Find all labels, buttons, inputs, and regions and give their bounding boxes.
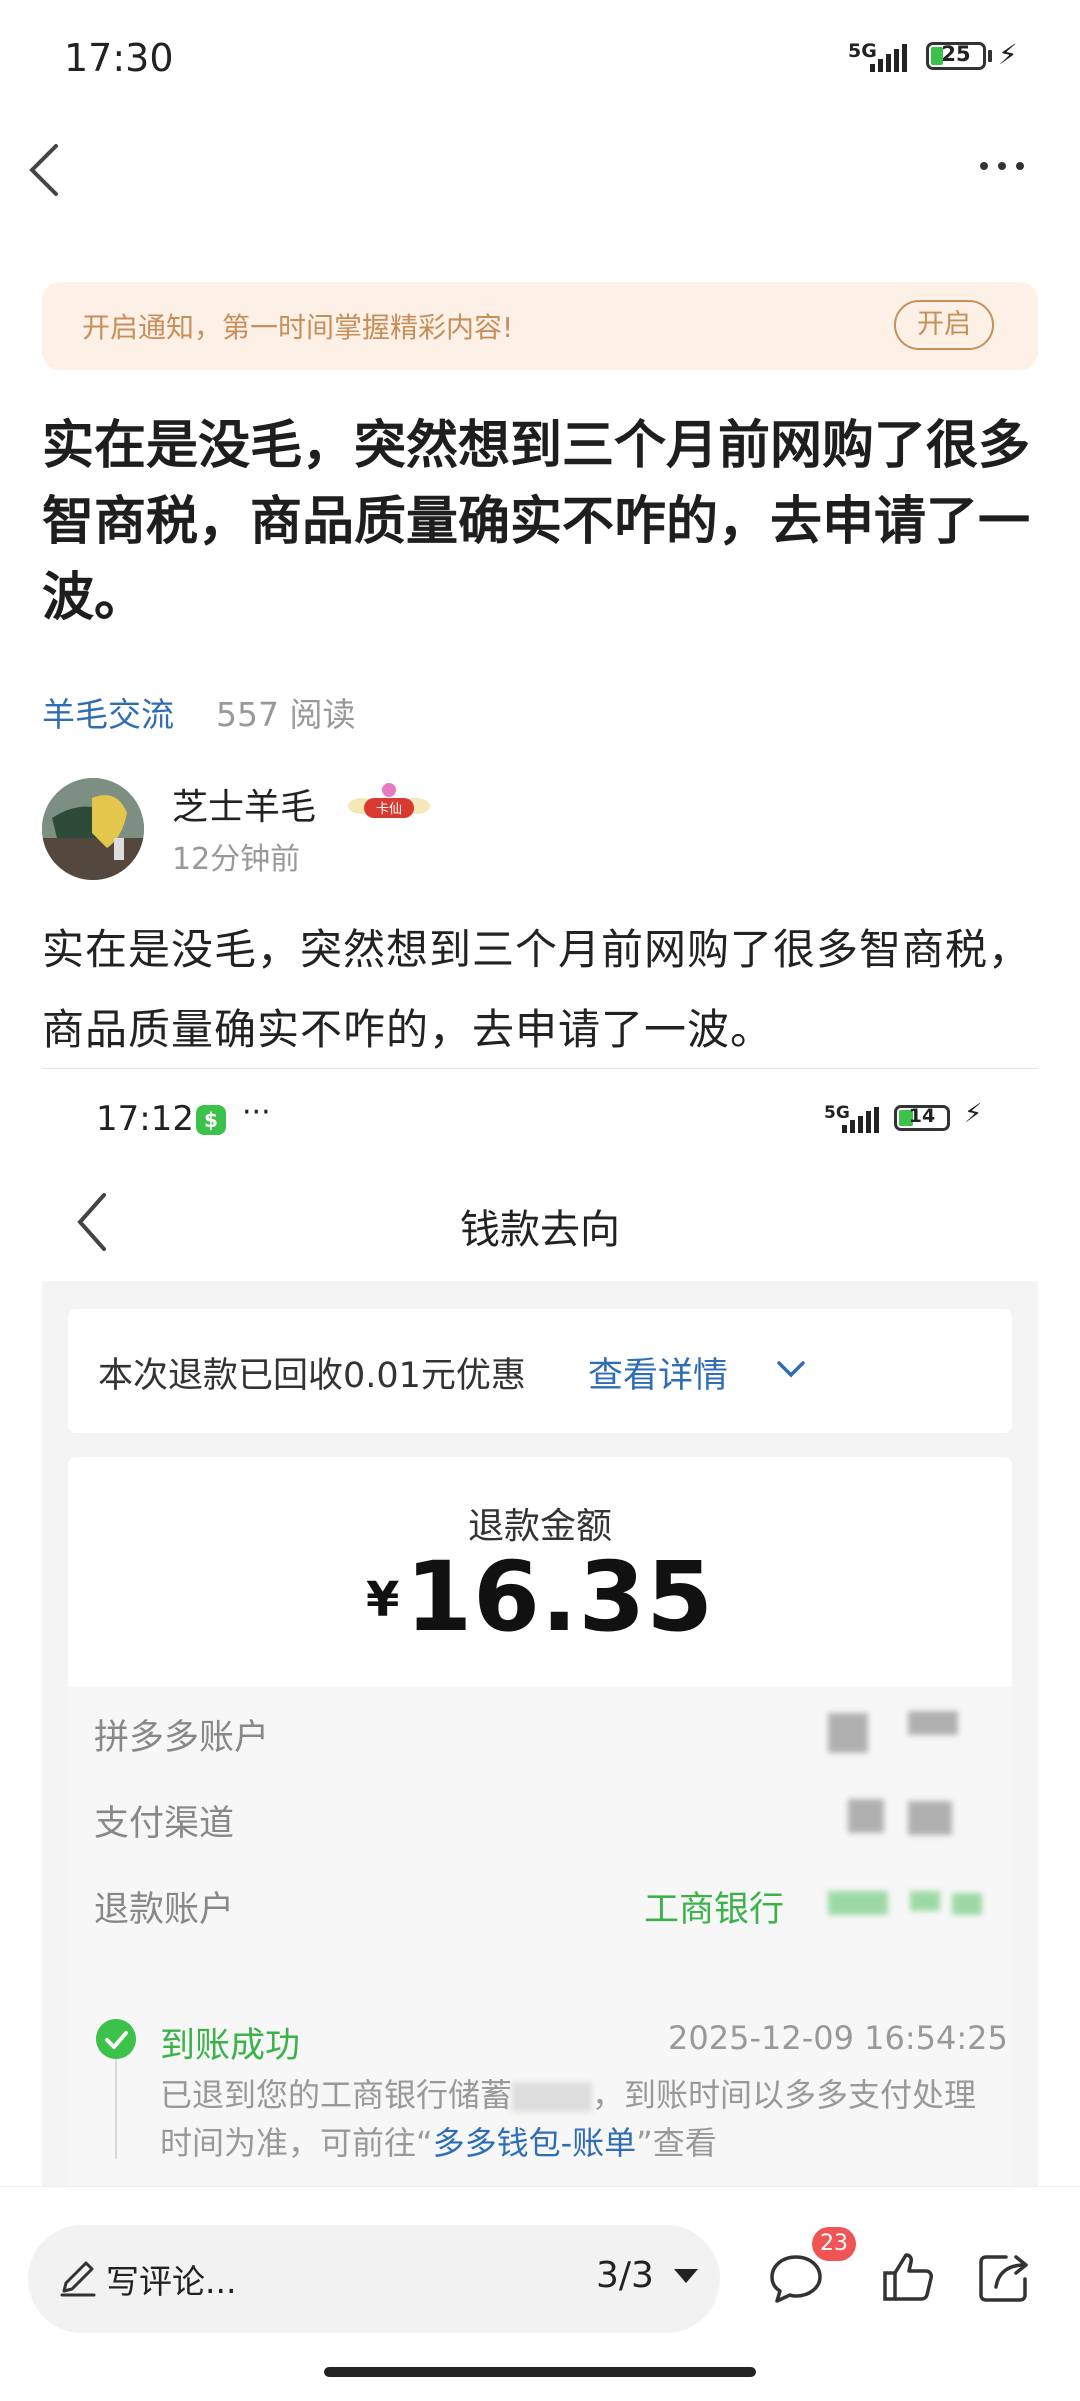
more-icon[interactable] bbox=[980, 155, 1040, 185]
charging-icon: ⚡ bbox=[998, 38, 1018, 71]
post-body: 实在是没毛，突然想到三个月前网购了很多智商税，商品质量确实不咋的，去申请了一波。 bbox=[42, 925, 1032, 1054]
refund-status-desc: 已退到您的工商银行储蓄 ，到账时间以多多支付处理时间为准，可前往“多多钱包-账单”… bbox=[160, 2071, 980, 2167]
embedded-status-time: 17:12 bbox=[96, 1099, 194, 1139]
home-indicator[interactable] bbox=[324, 2367, 756, 2377]
app-notification-icon: $ bbox=[196, 1105, 226, 1135]
embedded-battery-level: 14 bbox=[908, 1105, 936, 1127]
refund-card: 退款金额 ¥16.35 拼多多账户 支付渠道 退款账户 工商银行 到账成功 20… bbox=[68, 1457, 1012, 2189]
post-time: 12分钟前 bbox=[172, 842, 301, 877]
redacted-value bbox=[908, 1801, 952, 1835]
banner-text: 开启通知，第一时间掌握精彩内容! bbox=[82, 311, 514, 344]
status-time: 17:30 bbox=[64, 36, 174, 80]
timeline-line bbox=[115, 2059, 117, 2159]
share-icon[interactable] bbox=[976, 2249, 1032, 2305]
refund-account-label: 退款账户 bbox=[94, 1890, 235, 1930]
enable-notification-button[interactable]: 开启 bbox=[894, 300, 994, 350]
like-icon[interactable] bbox=[880, 2249, 936, 2305]
refund-status: 到账成功 bbox=[160, 2026, 301, 2066]
notification-banner: 开启通知，第一时间掌握精彩内容! 开启 bbox=[42, 282, 1038, 370]
comment-input[interactable]: 写评论... 3/3 bbox=[28, 2225, 720, 2333]
refund-account-bank: 工商银行 bbox=[644, 1890, 785, 1930]
currency-symbol: ¥ bbox=[365, 1572, 400, 1628]
caret-down-icon[interactable] bbox=[674, 2269, 698, 2283]
comment-icon[interactable] bbox=[768, 2251, 824, 2307]
page-indicator[interactable]: 3/3 bbox=[596, 2255, 654, 2296]
battery-icon: 25 bbox=[926, 42, 986, 70]
view-detail-link: 查看详情 bbox=[588, 1356, 729, 1396]
desc-text-1: 已退到您的工商银行储蓄 bbox=[160, 2076, 513, 2114]
svg-text:卡仙: 卡仙 bbox=[376, 802, 402, 817]
pen-icon bbox=[60, 2261, 96, 2297]
redacted-value bbox=[828, 1891, 888, 1915]
category-link[interactable]: 羊毛交流 bbox=[42, 688, 174, 736]
embedded-nav-title: 钱款去向 bbox=[460, 1207, 620, 1253]
comment-count-badge: 23 bbox=[812, 2227, 856, 2261]
wallet-bill-link: 多多钱包-账单 bbox=[432, 2124, 637, 2162]
embedded-battery-icon: 14 bbox=[894, 1105, 950, 1131]
refund-amount-value: 16.35 bbox=[405, 1541, 715, 1653]
pdd-account-label: 拼多多账户 bbox=[94, 1718, 270, 1758]
refund-status-time: 2025-12-09 16:54:25 bbox=[668, 2019, 1008, 2057]
redacted-value bbox=[952, 1893, 982, 1915]
battery-level: 25 bbox=[941, 42, 971, 66]
recovered-coupon-card: 本次退款已回收0.01元优惠 查看详情 bbox=[68, 1309, 1012, 1433]
chevron-down-icon bbox=[777, 1361, 805, 1378]
embedded-charging-icon: ⚡ bbox=[964, 1099, 983, 1129]
redacted-value bbox=[910, 1891, 940, 1911]
redacted-value bbox=[828, 1713, 868, 1753]
embedded-signal-icon bbox=[842, 1107, 879, 1133]
refund-amount: ¥16.35 bbox=[68, 1541, 1012, 1653]
author-badge: 卡仙 bbox=[346, 780, 432, 826]
battery-tip bbox=[988, 50, 992, 62]
desc-text-3: ”查看 bbox=[636, 2124, 717, 2162]
embedded-status-dots: ··· bbox=[242, 1095, 271, 1130]
refund-info-panel: 拼多多账户 支付渠道 退款账户 工商银行 到账成功 2025-12-09 16:… bbox=[68, 1687, 1012, 2189]
redacted-value bbox=[908, 1711, 958, 1735]
recovered-coupon-text: 本次退款已回收0.01元优惠 bbox=[98, 1356, 526, 1396]
post-title: 实在是没毛，突然想到三个月前网购了很多智商税，商品质量确实不咋的，去申请了一波。 bbox=[42, 416, 1031, 628]
embedded-screenshot[interactable]: 17:12 $ ··· 5G 14 ⚡ 钱款去向 本次退款已回收0.01元优惠 … bbox=[42, 1068, 1038, 2189]
comment-placeholder: 写评论... bbox=[106, 2262, 237, 2301]
redacted-value bbox=[512, 2082, 593, 2112]
payment-channel-label: 支付渠道 bbox=[94, 1804, 235, 1844]
check-icon bbox=[96, 2019, 136, 2059]
back-icon[interactable] bbox=[22, 140, 72, 200]
read-count: 557 阅读 bbox=[216, 695, 356, 734]
author-avatar[interactable] bbox=[42, 778, 144, 880]
redacted-value bbox=[848, 1799, 884, 1833]
author-name[interactable]: 芝士羊毛 bbox=[172, 778, 316, 830]
signal-icon bbox=[870, 44, 907, 72]
